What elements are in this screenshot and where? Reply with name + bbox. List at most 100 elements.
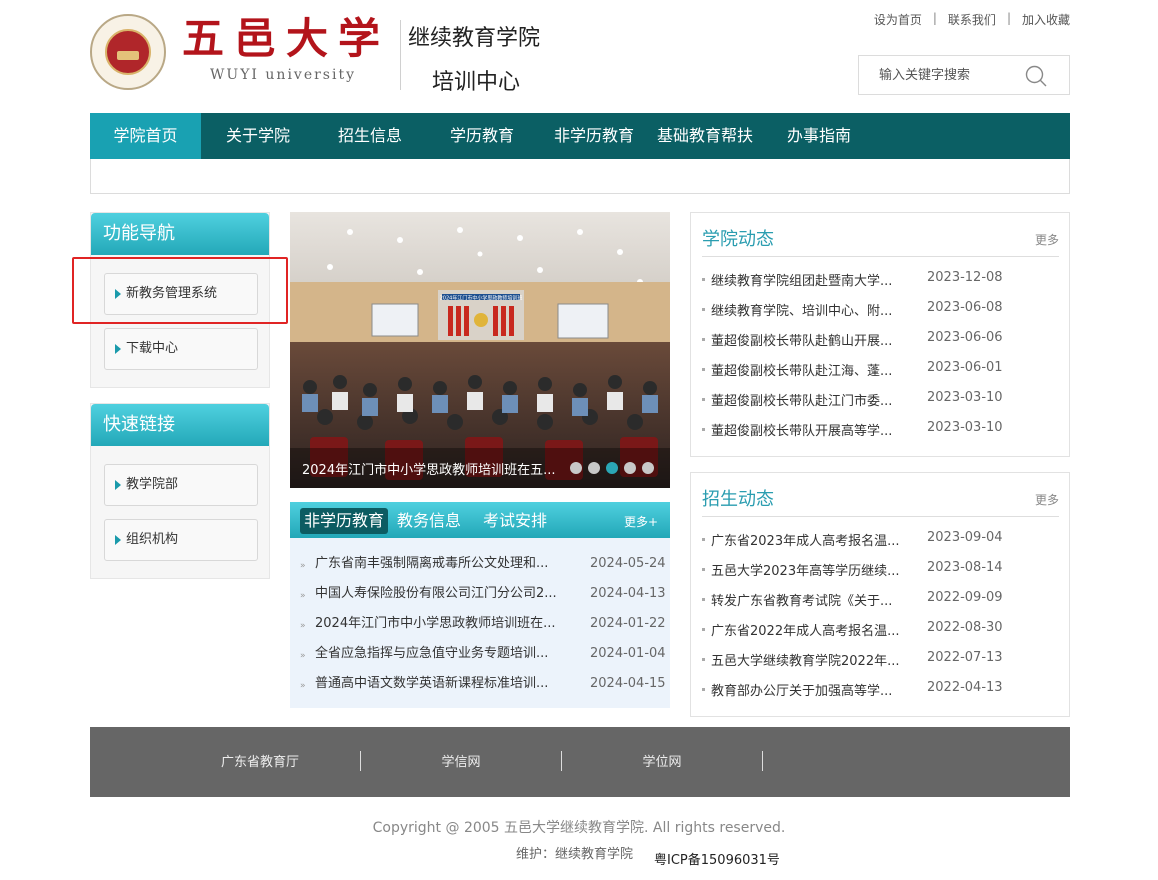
bullet-icon: [702, 398, 705, 401]
download-center-button[interactable]: 下载中心: [104, 328, 258, 370]
add-favorite-link[interactable]: 加入收藏: [1022, 11, 1070, 28]
double-chevron-icon: »: [300, 681, 306, 691]
top-link-separator: |: [1006, 11, 1011, 25]
bullet-icon: [702, 598, 705, 601]
university-logo-english: WUYI university: [210, 67, 357, 83]
list-item[interactable]: 五邑大学2023年高等学历继续... 2023-08-14: [691, 557, 1069, 587]
item-title: 转发广东省教育考试院《关于...: [711, 594, 893, 609]
icp-link[interactable]: 粤ICP备15096031号: [654, 849, 780, 868]
list-item[interactable]: 董超俊副校长带队赴鹤山开展... 2023-06-06: [691, 327, 1069, 357]
slider-dot[interactable]: [570, 462, 582, 474]
tab-more-link[interactable]: 更多+: [624, 513, 658, 530]
list-item[interactable]: 继续教育学院、培训中心、附... 2023-06-08: [691, 297, 1069, 327]
header-divider: [400, 20, 401, 90]
list-item[interactable]: 广东省2022年成人高考报名温... 2022-08-30: [691, 617, 1069, 647]
search-icon[interactable]: [1025, 65, 1047, 87]
college-news-title: 学院动态: [702, 229, 774, 250]
slider-dot[interactable]: [624, 462, 636, 474]
item-date: 2023-03-10: [927, 420, 1003, 435]
arrow-right-icon: [115, 344, 121, 354]
nav-degree-education[interactable]: 学历教育: [425, 113, 539, 159]
double-chevron-icon: »: [300, 561, 306, 571]
item-title: 广东省2023年成人高考报名温...: [711, 534, 900, 549]
slider-dot-active[interactable]: [606, 462, 618, 474]
bullet-icon: [702, 688, 705, 691]
footer-separator: [762, 751, 763, 771]
tab-academic-info[interactable]: 教务信息: [393, 508, 465, 534]
list-item[interactable]: » 2024年江门市中小学思政教师培训班在... 2024-01-22: [290, 612, 670, 642]
nav-basic-education-support[interactable]: 基础教育帮扶: [649, 113, 761, 159]
list-item[interactable]: 董超俊副校长带队赴江海、蓬... 2023-06-01: [691, 357, 1069, 387]
tab-exam-schedule[interactable]: 考试安排: [479, 508, 551, 534]
list-item[interactable]: 广东省2023年成人高考报名温... 2023-09-04: [691, 527, 1069, 557]
side-item-label: 下载中心: [126, 341, 179, 356]
item-title: 五邑大学继续教育学院2022年...: [711, 654, 900, 669]
item-title: 董超俊副校长带队赴鹤山开展...: [711, 334, 893, 349]
organization-button[interactable]: 组织机构: [104, 519, 258, 561]
side-item-label: 组织机构: [126, 532, 179, 547]
item-title: 2024年江门市中小学思政教师培训班在...: [315, 616, 556, 631]
function-nav-title: 功能导航: [91, 213, 269, 255]
list-item[interactable]: 董超俊副校长带队开展高等学... 2023-03-10: [691, 417, 1069, 447]
item-title: 董超俊副校长带队赴江海、蓬...: [711, 364, 893, 379]
list-item[interactable]: » 广东省南丰强制隔离戒毒所公文处理和... 2024-05-24: [290, 552, 670, 582]
item-date: 2023-06-01: [927, 360, 1003, 375]
main-nav: 学院首页 关于学院 招生信息 学历教育 非学历教育 基础教育帮扶 办事指南: [90, 113, 1070, 159]
item-title: 普通高中语文数学英语新课程标准培训...: [315, 676, 549, 691]
list-item[interactable]: » 全省应急指挥与应急值守业务专题培训... 2024-01-04: [290, 642, 670, 672]
nav-admissions[interactable]: 招生信息: [315, 113, 425, 159]
item-title: 继续教育学院、培训中心、附...: [711, 304, 893, 319]
item-title: 广东省2022年成人高考报名温...: [711, 624, 900, 639]
bullet-icon: [702, 278, 705, 281]
university-logo-text: 五邑大学: [182, 14, 391, 63]
list-item[interactable]: 董超俊副校长带队赴江门市委... 2023-03-10: [691, 387, 1069, 417]
bullet-icon: [702, 308, 705, 311]
item-date: 2022-07-13: [927, 650, 1003, 665]
item-date: 2023-09-04: [927, 530, 1003, 545]
footer-link-cdgdc[interactable]: 学位网: [562, 751, 762, 770]
list-item[interactable]: 五邑大学继续教育学院2022年... 2022-07-13: [691, 647, 1069, 677]
contact-us-link[interactable]: 联系我们: [948, 11, 996, 28]
news-slider[interactable]: 2024年江门市中小学思政教师培训班 2024年江门市中小学思政教师培训班在五.…: [290, 212, 670, 488]
slider-dots: [570, 462, 660, 474]
item-date: 2023-03-10: [927, 390, 1003, 405]
footer-link-chsi[interactable]: 学信网: [361, 751, 561, 770]
nav-non-degree-education[interactable]: 非学历教育: [539, 113, 649, 159]
search-input[interactable]: [859, 56, 1019, 94]
nav-home[interactable]: 学院首页: [90, 113, 201, 159]
item-title: 全省应急指挥与应急值守业务专题培训...: [315, 646, 549, 661]
top-links: 设为首页 | 联系我们 | 加入收藏: [874, 11, 1070, 28]
item-date: 2023-06-08: [927, 300, 1003, 315]
slider-dot[interactable]: [588, 462, 600, 474]
item-title: 董超俊副校长带队开展高等学...: [711, 424, 893, 439]
list-item[interactable]: 继续教育学院组团赴暨南大学... 2023-12-08: [691, 267, 1069, 297]
bullet-icon: [702, 428, 705, 431]
arrow-right-icon: [115, 535, 121, 545]
list-item[interactable]: 转发广东省教育考试院《关于... 2022-09-09: [691, 587, 1069, 617]
tab-non-degree[interactable]: 非学历教育: [300, 508, 389, 534]
item-date: 2022-09-09: [927, 590, 1003, 605]
list-item[interactable]: 教育部办公厅关于加强高等学... 2022-04-13: [691, 677, 1069, 707]
list-item[interactable]: » 普通高中语文数学英语新课程标准培训... 2024-04-15: [290, 672, 670, 702]
item-date: 2024-04-13: [590, 586, 666, 601]
item-title: 继续教育学院组团赴暨南大学...: [711, 274, 893, 289]
slider-caption[interactable]: 2024年江门市中小学思政教师培训班在五...: [302, 459, 555, 478]
nav-about[interactable]: 关于学院: [201, 113, 315, 159]
enrollment-news-header: 招生动态 更多: [702, 481, 1059, 517]
footer-link-gd-education[interactable]: 广东省教育厅: [160, 751, 360, 770]
teaching-departments-button[interactable]: 教学院部: [104, 464, 258, 506]
college-news-panel: 学院动态 更多 继续教育学院组团赴暨南大学... 2023-12-08 继续教育…: [690, 212, 1070, 457]
item-date: 2024-01-04: [590, 646, 666, 661]
item-title: 教育部办公厅关于加强高等学...: [711, 684, 893, 699]
arrow-right-icon: [115, 480, 121, 490]
set-homepage-link[interactable]: 设为首页: [874, 11, 922, 28]
list-item[interactable]: » 中国人寿保险股份有限公司江门分公司2... 2024-04-13: [290, 582, 670, 612]
slider-dot[interactable]: [642, 462, 654, 474]
top-link-separator: |: [932, 11, 937, 25]
nav-service-guide[interactable]: 办事指南: [761, 113, 877, 159]
side-item-label: 教学院部: [126, 477, 179, 492]
tab-news-box: 非学历教育 教务信息 考试安排 更多+ » 广东省南丰强制隔离戒毒所公文处理和.…: [290, 502, 670, 708]
enrollment-news-list: 广东省2023年成人高考报名温... 2023-09-04 五邑大学2023年高…: [691, 527, 1069, 707]
college-news-more-link[interactable]: 更多: [1035, 231, 1059, 248]
enrollment-news-more-link[interactable]: 更多: [1035, 491, 1059, 508]
